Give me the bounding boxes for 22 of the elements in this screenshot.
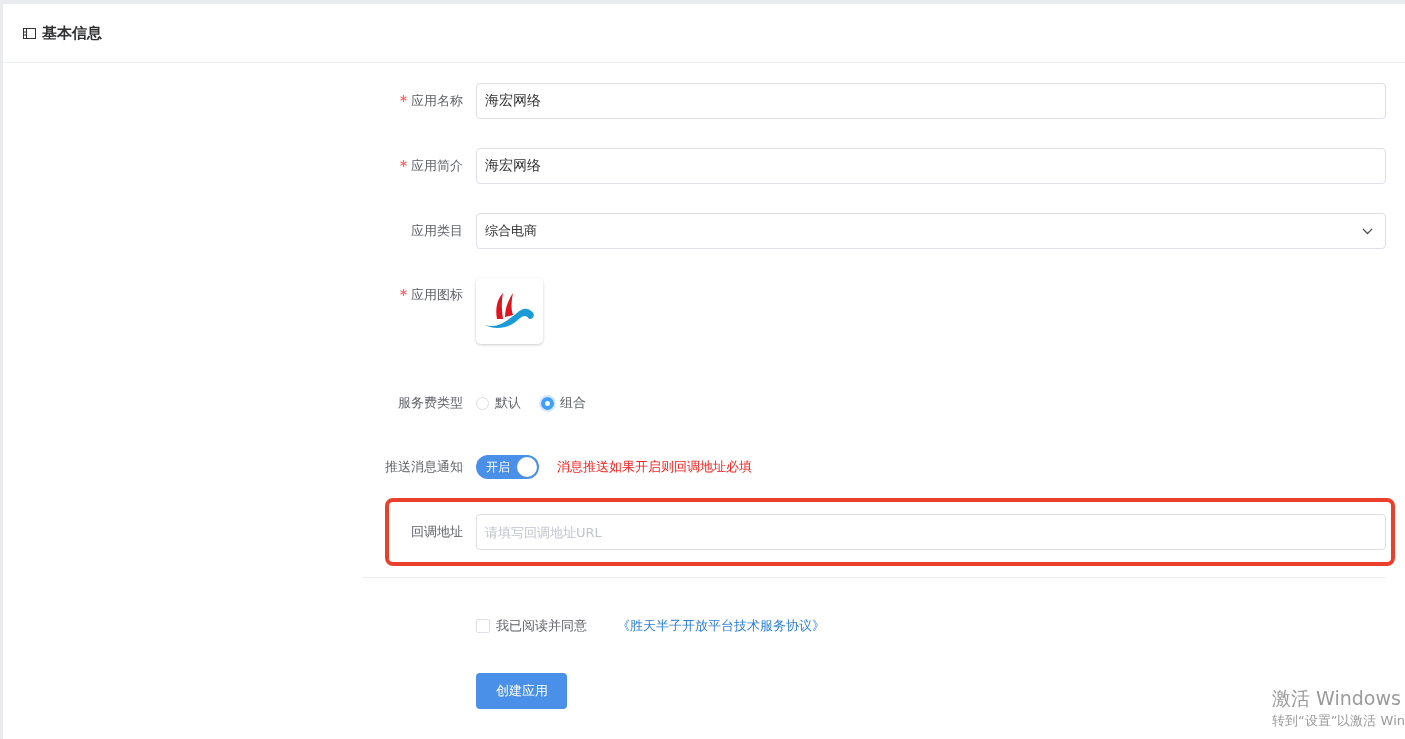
chevron-down-icon (1362, 227, 1373, 235)
input-field[interactable]: 请填写回调地址URL (476, 514, 1386, 550)
agreement-label: 我已阅读并同意 (496, 617, 587, 635)
hint-text: 消息推送如果开启则回调地址必填 (557, 458, 752, 476)
field-label: 应用类目 (411, 222, 463, 240)
input-field[interactable]: 海宏网络 (476, 148, 1386, 184)
select-field[interactable]: 综合电商 (476, 213, 1386, 249)
agreement-link[interactable]: 《胜天半子开放平台技术服务协议》 (617, 617, 825, 635)
field-label: 推送消息通知 (385, 458, 463, 476)
activation-notice-title: 激活 Windows (1271, 686, 1402, 711)
film-icon (23, 27, 36, 39)
field-label: 回调地址 (411, 523, 463, 541)
field-label: 应用简介 (411, 157, 463, 175)
field-label: 服务费类型 (398, 394, 463, 412)
field-label: 应用名称 (411, 92, 463, 110)
input-field[interactable]: 海宏网络 (476, 83, 1386, 119)
section-title: 基本信息 (42, 23, 102, 43)
field-label: 应用图标 (411, 286, 463, 304)
checkbox[interactable] (476, 619, 490, 633)
radio-option[interactable]: 组合 (541, 394, 586, 412)
activation-notice-text: 转到“设置”以激活 Win (1271, 712, 1405, 730)
radio-option[interactable]: 默认 (476, 394, 521, 412)
